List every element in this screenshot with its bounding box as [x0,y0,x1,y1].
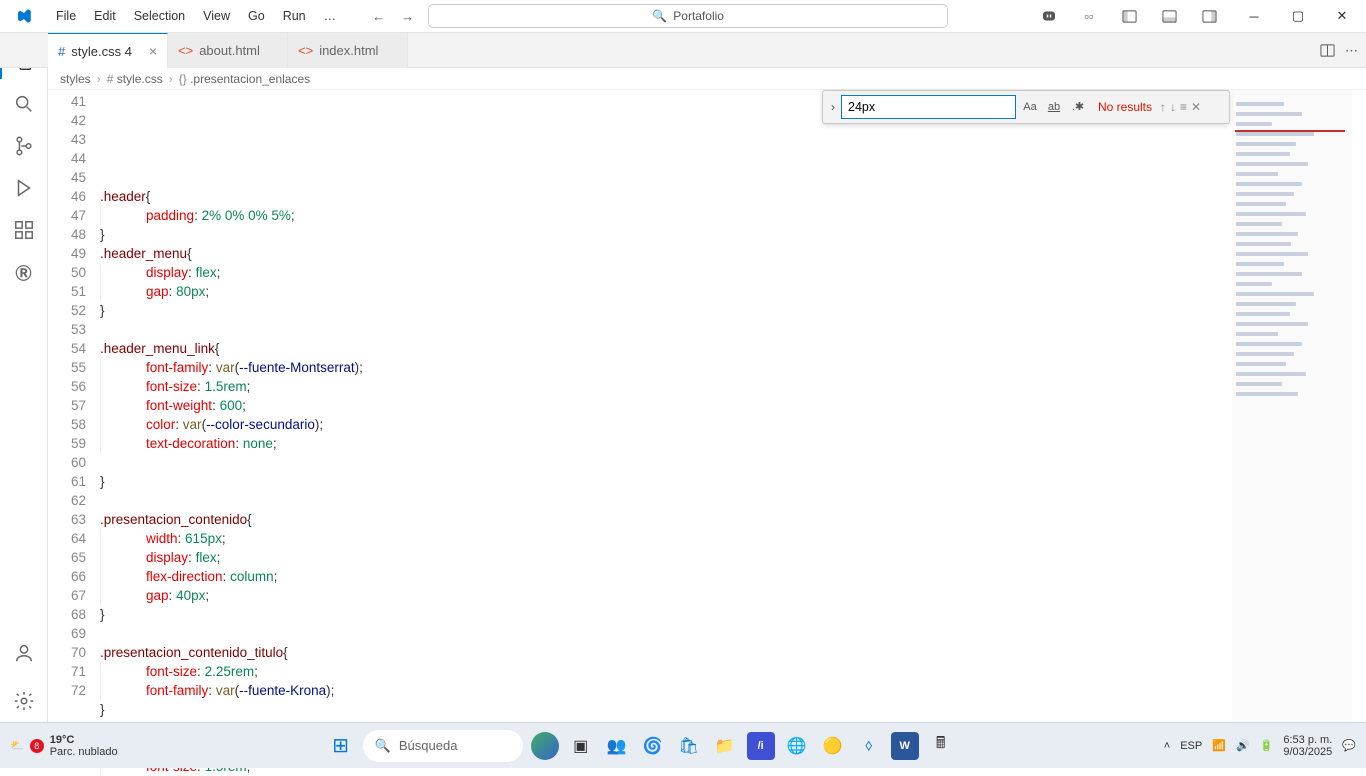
menu-item[interactable]: Run [275,5,314,27]
taskbar-store-icon[interactable]: 🛍 [675,732,703,760]
taskbar-teams-icon[interactable]: 👥 [603,732,631,760]
panel-right-icon[interactable] [1192,2,1226,30]
extensions-icon[interactable] [0,209,48,251]
taskbar-taskview-icon[interactable]: ▣ [567,732,595,760]
taskbar-widgets-icon[interactable] [531,732,559,760]
start-button[interactable]: ⊞ [327,732,355,760]
minimize-button[interactable]: ─ [1232,0,1276,33]
windows-taskbar: ⛅ 8 19°C Parc. nublado ⊞ 🔍 Búsqueda ▣ 👥 … [0,722,1366,768]
menu-item[interactable]: Selection [126,5,193,27]
panel-left-icon[interactable] [1112,2,1146,30]
r-extension-icon[interactable]: Ⓡ [0,251,48,293]
editor-tab[interactable]: <> about.html [168,33,288,68]
nav-back-icon[interactable]: ← [372,9,385,24]
tray-wifi-icon[interactable]: 📶 [1212,739,1226,752]
menu-item[interactable]: View [195,5,238,27]
weather-icon: ⛅ [10,740,24,752]
tray-volume-icon[interactable]: 🔊 [1236,739,1250,752]
menu-item[interactable]: Edit [86,5,124,27]
weather-badge: 8 [30,739,44,753]
find-close-icon[interactable]: ✕ [1191,98,1201,117]
taskbar-word-icon[interactable]: W [891,732,919,760]
search-icon: 🔍 [375,738,391,754]
panel-bottom-icon[interactable] [1152,2,1186,30]
breadcrumb-segment[interactable]: {} .presentacion_enlaces [179,72,310,86]
run-debug-icon[interactable] [0,167,48,209]
find-input[interactable] [841,95,1016,119]
taskbar-copilot-icon[interactable]: 🌀 [639,732,667,760]
tray-chevron-icon[interactable]: ˄ [1164,740,1170,752]
command-center[interactable]: 🔍 Portafolio [428,4,948,28]
tab-label: about.html [199,43,260,58]
search-icon: 🔍 [652,9,667,23]
editor-tab[interactable]: <> index.html [288,33,408,68]
editor-tab[interactable]: # style.css 4 × [48,33,168,68]
maximize-button[interactable]: ▢ [1276,0,1320,33]
nav-forward-icon[interactable]: → [401,9,414,24]
source-control-icon[interactable] [0,125,48,167]
tab-bar: # style.css 4 ×<> about.html <> index.ht… [0,33,1366,68]
find-toggle-replace-icon[interactable]: › [829,96,837,119]
weather-desc: Parc. nublado [50,746,118,758]
menu-item[interactable]: Go [240,5,273,27]
title-bar: FileEditSelectionViewGoRun… ← → 🔍 Portaf… [0,0,1366,33]
find-prev-icon[interactable]: ↑ [1160,98,1166,117]
search-activity-icon[interactable] [0,83,48,125]
close-icon[interactable]: × [149,43,157,59]
tray-notifications-icon[interactable]: 💬 [1342,739,1356,752]
file-icon: <> [178,43,193,58]
taskbar-chrome-icon[interactable]: 🟡 [819,732,847,760]
find-results: No results [1098,98,1152,117]
taskbar-weather[interactable]: ⛅ 8 19°C Parc. nublado [10,734,118,758]
accounts-icon[interactable] [0,632,48,674]
find-next-icon[interactable]: ↓ [1170,98,1176,117]
taskbar-edge-icon[interactable]: 🌐 [783,732,811,760]
code-area[interactable]: › Aa ab .✱ No results ↑ ↓ ≡ ✕ .header{ p… [100,90,1366,722]
weather-temp: 19°C [50,734,118,746]
tray-clock[interactable]: 6:53 p. m. 9/03/2025 [1283,734,1332,758]
copilot-icon[interactable] [1032,2,1066,30]
close-button[interactable]: ✕ [1320,0,1364,33]
menu-bar: FileEditSelectionViewGoRun… [48,5,344,27]
match-case-icon[interactable]: Aa [1020,97,1040,117]
breadcrumb-segment[interactable]: styles [60,72,91,86]
vscode-logo-icon [0,7,48,25]
tray-battery-icon[interactable]: 🔋 [1260,739,1274,752]
split-editor-icon[interactable] [1320,43,1335,58]
menu-item[interactable]: File [48,5,84,27]
taskbar-search[interactable]: 🔍 Búsqueda [363,730,523,762]
regex-icon[interactable]: .✱ [1068,97,1088,117]
command-center-label: Portafolio [673,9,724,23]
layout-customize-icon[interactable]: ▫▫ [1072,2,1106,30]
taskbar-calculator-icon[interactable]: 🖩 [927,732,955,760]
breadcrumb-segment[interactable]: # style.css [107,72,163,86]
taskbar-vscode-icon[interactable]: ⬨ [855,732,883,760]
taskbar-explorer-icon[interactable]: 📁 [711,732,739,760]
find-selection-icon[interactable]: ≡ [1180,98,1187,117]
taskbar-search-placeholder: Búsqueda [399,738,458,753]
minimap[interactable] [1232,90,1352,722]
match-whole-word-icon[interactable]: ab [1044,97,1064,117]
more-actions-icon[interactable]: ⋯ [1345,43,1358,59]
breadcrumb[interactable]: styles›# style.css›{} .presentacion_enla… [0,68,1366,90]
line-gutter: 4142434445464748495051525354555657585960… [48,90,100,722]
tab-label: index.html [319,43,378,58]
settings-gear-icon[interactable] [0,680,48,722]
editor[interactable]: 4142434445464748495051525354555657585960… [48,90,1366,722]
tab-label: style.css 4 [71,44,132,59]
menu-item[interactable]: … [316,5,345,27]
tray-language[interactable]: ESP [1180,740,1202,752]
file-icon: # [58,44,65,59]
file-icon: <> [298,43,313,58]
activity-bar: Ⓡ [0,33,48,722]
find-widget: › Aa ab .✱ No results ↑ ↓ ≡ ✕ [822,90,1230,124]
taskbar-app-icon[interactable]: /i [747,732,775,760]
